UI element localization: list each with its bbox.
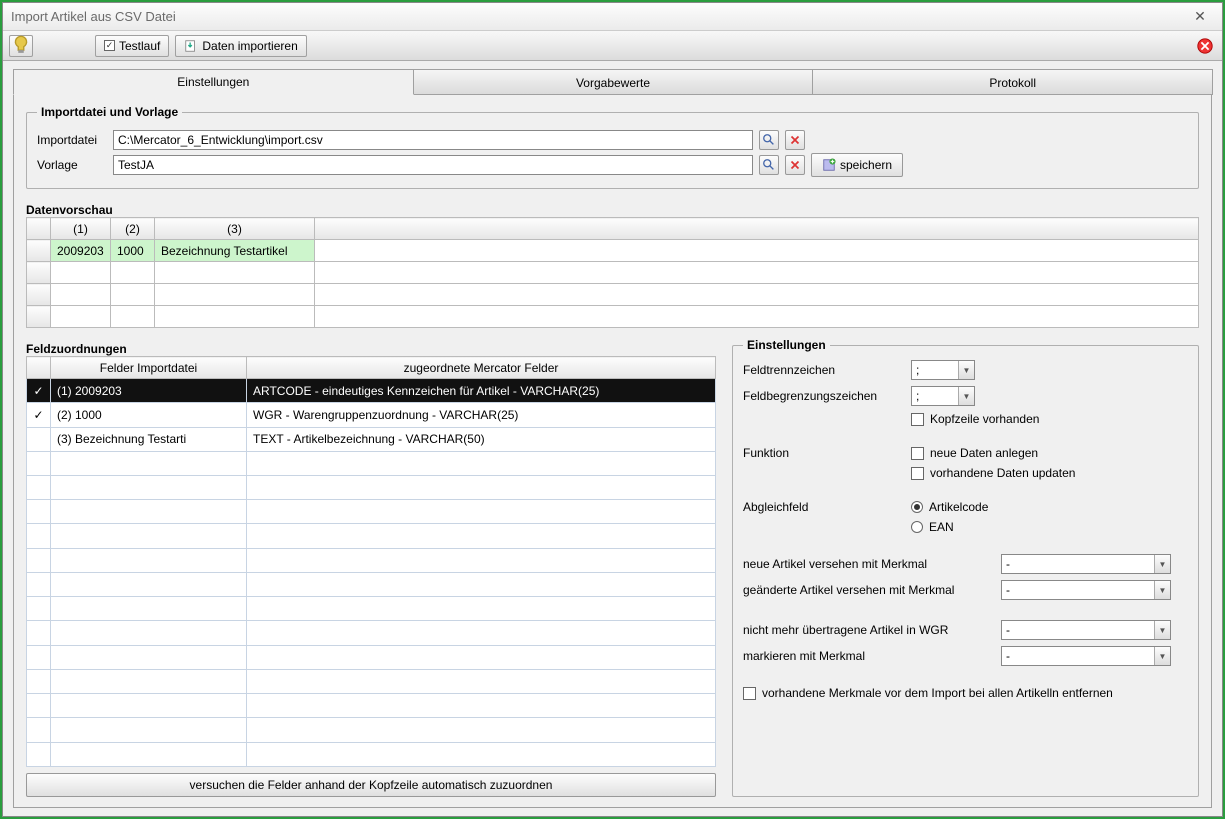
- check-icon: ✓: [104, 40, 115, 51]
- remove-existing-label: vorhandene Merkmale vor dem Import bei a…: [762, 686, 1113, 700]
- chevron-down-icon: ▼: [958, 387, 974, 405]
- search-icon: [762, 133, 776, 147]
- window-title: Import Artikel aus CSV Datei: [11, 9, 1186, 24]
- browse-file-button[interactable]: [759, 130, 779, 150]
- mark-with-combo[interactable]: -▼: [1001, 646, 1171, 666]
- field-delim-combo[interactable]: ;▼: [911, 386, 975, 406]
- preview-col-3: (3): [155, 218, 315, 240]
- mapping-label: Feldzuordnungen: [26, 342, 716, 356]
- mapping-row-3[interactable]: (3) Bezeichnung Testarti TEXT - Artikelb…: [27, 427, 716, 451]
- mapping-table: Felder Importdatei zugeordnete Mercator …: [26, 356, 716, 767]
- func-update-label: vorhandene Daten updaten: [930, 466, 1075, 480]
- tab-protokoll[interactable]: Protokoll: [812, 69, 1213, 95]
- preview-row-1[interactable]: 2009203 1000 Bezeichnung Testartikel: [27, 240, 1199, 262]
- chevron-down-icon: ▼: [1154, 621, 1170, 639]
- clear-template-button[interactable]: [785, 155, 805, 175]
- new-marker-combo[interactable]: -▼: [1001, 554, 1171, 574]
- save-label: speichern: [840, 158, 892, 172]
- importdatei-label: Importdatei: [37, 133, 107, 147]
- match-artikelcode-radio[interactable]: [911, 501, 923, 513]
- toolbar: ✓ Testlauf Daten importieren: [3, 31, 1222, 61]
- preview-col-2: (2): [111, 218, 155, 240]
- close-icon: [1196, 37, 1214, 55]
- import-button[interactable]: Daten importieren: [175, 35, 306, 57]
- browse-template-button[interactable]: [759, 155, 779, 175]
- header-row-checkbox[interactable]: [911, 413, 924, 426]
- import-icon: [184, 39, 198, 53]
- chg-marker-combo[interactable]: -▼: [1001, 580, 1171, 600]
- importdatei-input[interactable]: [113, 130, 753, 150]
- preview-table: (1) (2) (3) 2009203 1000 Bezeichnung Tes…: [26, 217, 1199, 328]
- func-update-checkbox[interactable]: [911, 467, 924, 480]
- clear-file-button[interactable]: [785, 130, 805, 150]
- field-sep-combo[interactable]: ;▼: [911, 360, 975, 380]
- vorlage-input[interactable]: [113, 155, 753, 175]
- lightbulb-icon: [10, 35, 32, 57]
- import-label: Daten importieren: [202, 39, 297, 53]
- chevron-down-icon: ▼: [1154, 581, 1170, 599]
- settings-legend: Einstellungen: [743, 338, 830, 352]
- mapping-header-target: zugeordnete Mercator Felder: [247, 357, 716, 379]
- field-sep-label: Feldtrennzeichen: [743, 363, 903, 377]
- preview-label: Datenvorschau: [26, 203, 1199, 217]
- match-ean-label: EAN: [929, 520, 954, 534]
- dialog-window: Import Artikel aus CSV Datei ✕ ✓ Testlau…: [2, 2, 1223, 817]
- func-new-label: neue Daten anlegen: [930, 446, 1038, 460]
- match-label: Abgleichfeld: [743, 500, 903, 514]
- content-area: Einstellungen Vorgabewerte Protokoll Imp…: [3, 61, 1222, 816]
- remove-existing-checkbox[interactable]: [743, 687, 756, 700]
- function-label: Funktion: [743, 446, 903, 460]
- testlauf-label: Testlauf: [119, 39, 160, 53]
- tab-body: Importdatei und Vorlage Importdatei Vorl…: [13, 94, 1212, 808]
- chevron-down-icon: ▼: [1154, 555, 1170, 573]
- save-template-button[interactable]: speichern: [811, 153, 903, 177]
- file-template-group: Importdatei und Vorlage Importdatei Vorl…: [26, 105, 1199, 189]
- chevron-down-icon: ▼: [1154, 647, 1170, 665]
- x-icon: [788, 133, 802, 147]
- search-icon: [762, 158, 776, 172]
- mapping-row-2[interactable]: ✓ (2) 1000 WGR - Warengruppenzuordnung -…: [27, 403, 716, 427]
- mark-with-label: markieren mit Merkmal: [743, 649, 993, 663]
- mapping-header-source: Felder Importdatei: [51, 357, 247, 379]
- titlebar: Import Artikel aus CSV Datei ✕: [3, 3, 1222, 31]
- testlauf-button[interactable]: ✓ Testlauf: [95, 35, 169, 57]
- window-close-button[interactable]: ✕: [1186, 7, 1214, 27]
- tab-strip: Einstellungen Vorgabewerte Protokoll: [13, 69, 1212, 95]
- tab-einstellungen[interactable]: Einstellungen: [13, 69, 414, 95]
- x-icon: [788, 158, 802, 172]
- mapping-row-1[interactable]: ✓ (1) 2009203 ARTCODE - eindeutiges Kenn…: [27, 379, 716, 403]
- field-delim-label: Feldbegrenzungszeichen: [743, 389, 903, 403]
- header-row-label: Kopfzeile vorhanden: [930, 412, 1039, 426]
- file-group-legend: Importdatei und Vorlage: [37, 105, 182, 119]
- chevron-down-icon: ▼: [958, 361, 974, 379]
- chg-marker-label: geänderte Artikel versehen mit Merkmal: [743, 583, 993, 597]
- match-ean-radio[interactable]: [911, 521, 923, 533]
- match-art-label: Artikelcode: [929, 500, 988, 514]
- auto-map-button[interactable]: versuchen die Felder anhand der Kopfzeil…: [26, 773, 716, 797]
- not-trans-combo[interactable]: -▼: [1001, 620, 1171, 640]
- save-icon: [822, 158, 836, 172]
- func-new-checkbox[interactable]: [911, 447, 924, 460]
- preview-col-1: (1): [51, 218, 111, 240]
- help-button[interactable]: [9, 35, 33, 57]
- new-marker-label: neue Artikel versehen mit Merkmal: [743, 557, 993, 571]
- not-trans-label: nicht mehr übertragene Artikel in WGR: [743, 623, 993, 637]
- tab-vorgabewerte[interactable]: Vorgabewerte: [413, 69, 814, 95]
- vorlage-label: Vorlage: [37, 158, 107, 172]
- settings-group: Einstellungen Feldtrennzeichen ;▼ Feldbe…: [732, 338, 1199, 797]
- toolbar-close-button[interactable]: [1194, 35, 1216, 57]
